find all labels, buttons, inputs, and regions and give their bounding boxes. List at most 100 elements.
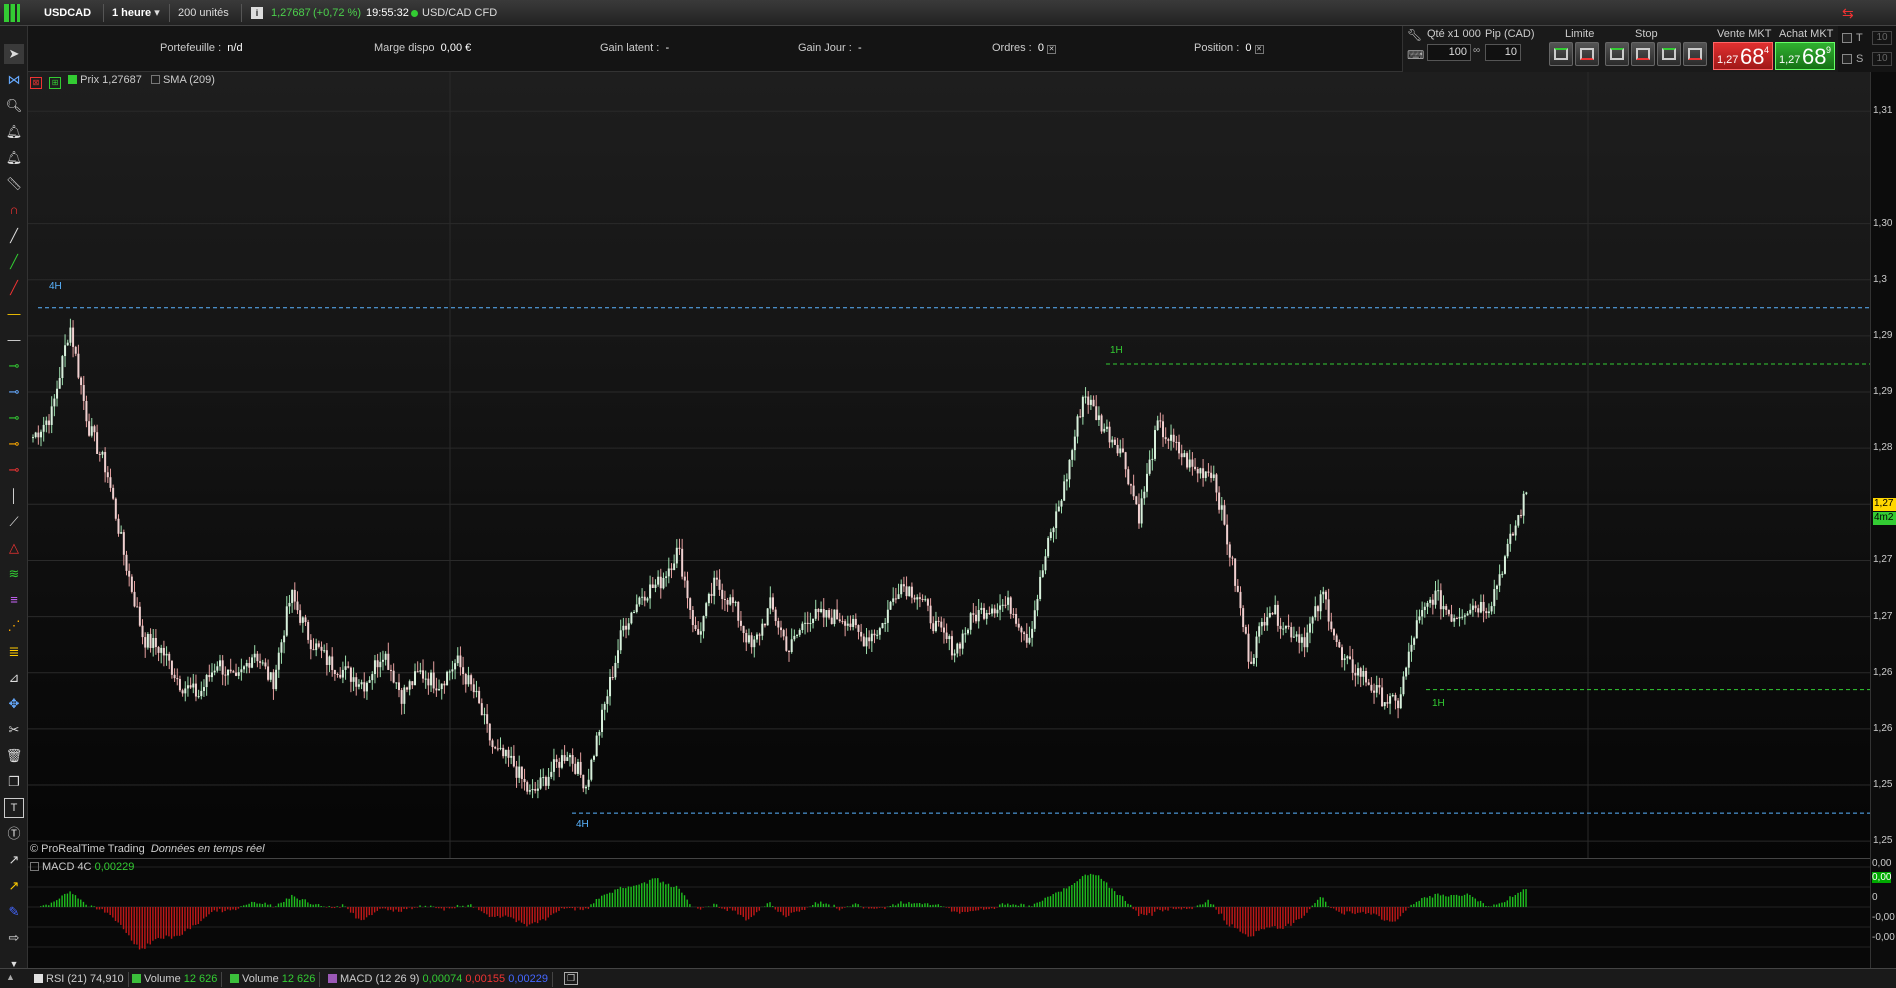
hline-icon[interactable]: — bbox=[4, 304, 24, 324]
sell-market-button[interactable]: 1,27 68 4 bbox=[1713, 42, 1773, 70]
magnet-icon[interactable]: ∩ bbox=[4, 200, 24, 220]
macd-bar bbox=[1306, 907, 1308, 913]
ruler-icon[interactable]: 📏︎ bbox=[4, 174, 24, 194]
fib-time-icon[interactable]: ≣ bbox=[4, 642, 24, 662]
position-info[interactable]: Position : 0 ✕ bbox=[1194, 42, 1264, 54]
candle-body bbox=[649, 584, 652, 599]
text-icon[interactable]: T bbox=[4, 798, 24, 818]
price-chart[interactable] bbox=[28, 72, 1870, 858]
arrow-icon[interactable]: ↗ bbox=[4, 850, 24, 870]
tab-macd[interactable]: MACD (12 26 9) 0,00074 0,00155 0,00229 bbox=[324, 972, 553, 987]
macd-bar bbox=[360, 907, 362, 921]
app-icon[interactable] bbox=[4, 4, 20, 22]
pip-input[interactable]: 10 bbox=[1485, 44, 1521, 61]
pip-label: Pip (CAD) bbox=[1485, 28, 1535, 40]
blue-pen-icon[interactable]: ✎ bbox=[4, 902, 24, 922]
macd-bar bbox=[566, 907, 568, 909]
orders-close-icon[interactable]: ✕ bbox=[1047, 45, 1057, 54]
limit-buy-button[interactable] bbox=[1549, 42, 1573, 66]
level-blue-icon[interactable]: ⊸ bbox=[4, 382, 24, 402]
swap-icon[interactable]: ⇆ bbox=[1842, 5, 1858, 21]
macd-bar bbox=[186, 907, 189, 929]
limit-sell-button[interactable] bbox=[1575, 42, 1599, 66]
triangle-icon[interactable]: △ bbox=[4, 538, 24, 558]
copy-icon[interactable]: ❐ bbox=[4, 772, 24, 792]
level-green2-icon[interactable]: ⊸ bbox=[4, 408, 24, 428]
candle-body bbox=[373, 660, 376, 675]
alert-icon[interactable]: 🔔︎ bbox=[4, 122, 24, 142]
macd-bar bbox=[729, 907, 731, 909]
macd-bar bbox=[50, 902, 53, 907]
level-red-icon[interactable]: ⊸ bbox=[4, 460, 24, 480]
green-line-icon[interactable]: ╱ bbox=[4, 252, 24, 272]
candle-body bbox=[534, 788, 537, 791]
candlestick-svg[interactable] bbox=[28, 72, 1870, 858]
trash-icon[interactable]: 🗑︎ bbox=[4, 746, 24, 766]
keyboard-icon[interactable]: ⌨ bbox=[1407, 48, 1425, 62]
level-green-icon[interactable]: ⊸ bbox=[4, 356, 24, 376]
price-axis[interactable]: 1,311,301,31,291,291,281,281,271,271,261… bbox=[1870, 72, 1896, 988]
s-checkbox[interactable] bbox=[1842, 54, 1852, 64]
macd-panel[interactable]: MACD 4C 0,00229 bbox=[28, 858, 1870, 968]
cursor-icon[interactable]: ➤ bbox=[4, 44, 24, 64]
candle-body bbox=[544, 777, 547, 786]
text-bubble-icon[interactable]: Ⓣ bbox=[4, 824, 24, 844]
line-icon[interactable]: ╱ bbox=[4, 226, 24, 246]
gann-icon[interactable]: ⊿ bbox=[4, 668, 24, 688]
macd-bar bbox=[838, 907, 841, 911]
orders-info[interactable]: Ordres : 0 ✕ bbox=[992, 42, 1057, 54]
vline-icon[interactable]: │ bbox=[4, 486, 24, 506]
candle-body bbox=[641, 596, 644, 598]
position-close-icon[interactable]: ✕ bbox=[1254, 45, 1264, 54]
move-icon[interactable]: ✥ bbox=[4, 694, 24, 714]
stop-buy-alt-button[interactable] bbox=[1657, 42, 1681, 66]
legend-close-icon[interactable]: ⊠ bbox=[30, 77, 42, 89]
expand-icon[interactable]: ⇨ bbox=[4, 928, 24, 948]
candle-body bbox=[1466, 613, 1469, 616]
candle-body bbox=[189, 685, 192, 688]
hline2-icon[interactable]: — bbox=[4, 330, 24, 350]
stop-sell-alt-button[interactable] bbox=[1683, 42, 1707, 66]
tab-rsi[interactable]: RSI (21) 74,910 bbox=[30, 972, 129, 987]
zigzag-icon[interactable]: ⋈ bbox=[4, 70, 24, 90]
qty-input[interactable]: 100 bbox=[1427, 44, 1471, 61]
fib-icon[interactable]: ≡ bbox=[4, 590, 24, 610]
macd-bar bbox=[144, 907, 146, 949]
macd-bar bbox=[1250, 907, 1252, 937]
link-icon[interactable]: ∞ bbox=[1473, 45, 1481, 59]
detach-icon[interactable]: ❐ bbox=[564, 972, 578, 985]
tools-icon[interactable]: ✂ bbox=[4, 720, 24, 740]
candle-body bbox=[1453, 618, 1456, 622]
wrench-icon[interactable]: 🔧︎ bbox=[1407, 28, 1425, 44]
wave-icon[interactable]: ≋ bbox=[4, 564, 24, 584]
fan-icon[interactable]: ⋰ bbox=[4, 616, 24, 636]
sma-legend-label[interactable]: SMA (209) bbox=[163, 74, 215, 86]
timeframe-select[interactable]: 1 heure ▾ bbox=[106, 4, 170, 22]
tab-volume-2[interactable]: Volume 12 626 bbox=[226, 972, 321, 987]
sound-alert-icon[interactable]: 🔔︎ bbox=[4, 148, 24, 168]
macd-bar bbox=[1437, 893, 1439, 907]
macd-bar bbox=[1202, 904, 1204, 907]
candle-body bbox=[1108, 426, 1111, 443]
stop-sell-button[interactable] bbox=[1631, 42, 1655, 66]
legend-add-icon[interactable]: ⊞ bbox=[49, 77, 62, 89]
t-input[interactable]: 10 bbox=[1872, 31, 1892, 45]
macd-histogram-svg[interactable] bbox=[28, 859, 1870, 969]
symbol-select[interactable]: USDCAD ▾ bbox=[38, 4, 104, 37]
zoom-icon[interactable]: 🔍︎ bbox=[4, 96, 24, 116]
candle-body bbox=[1071, 450, 1074, 460]
t-checkbox[interactable] bbox=[1842, 33, 1852, 43]
yellow-arrow-icon[interactable]: ↗ bbox=[4, 876, 24, 896]
level-orange-icon[interactable]: ⊸ bbox=[4, 434, 24, 454]
candle-body bbox=[659, 576, 662, 589]
stop-buy-button[interactable] bbox=[1605, 42, 1629, 66]
channel-icon[interactable]: ⟋ bbox=[4, 512, 24, 532]
units-select[interactable]: 200 unités ▾ bbox=[172, 4, 242, 37]
buy-market-button[interactable]: 1,27 68 9 bbox=[1775, 42, 1835, 70]
tab-volume-1[interactable]: Volume 12 626 bbox=[128, 972, 223, 987]
info-icon[interactable]: i bbox=[251, 7, 263, 19]
macd-bar bbox=[1367, 907, 1370, 913]
bottom-toggle-icon[interactable]: ▲ bbox=[6, 972, 22, 986]
red-line-icon[interactable]: ╱ bbox=[4, 278, 24, 298]
s-input[interactable]: 10 bbox=[1872, 52, 1892, 66]
